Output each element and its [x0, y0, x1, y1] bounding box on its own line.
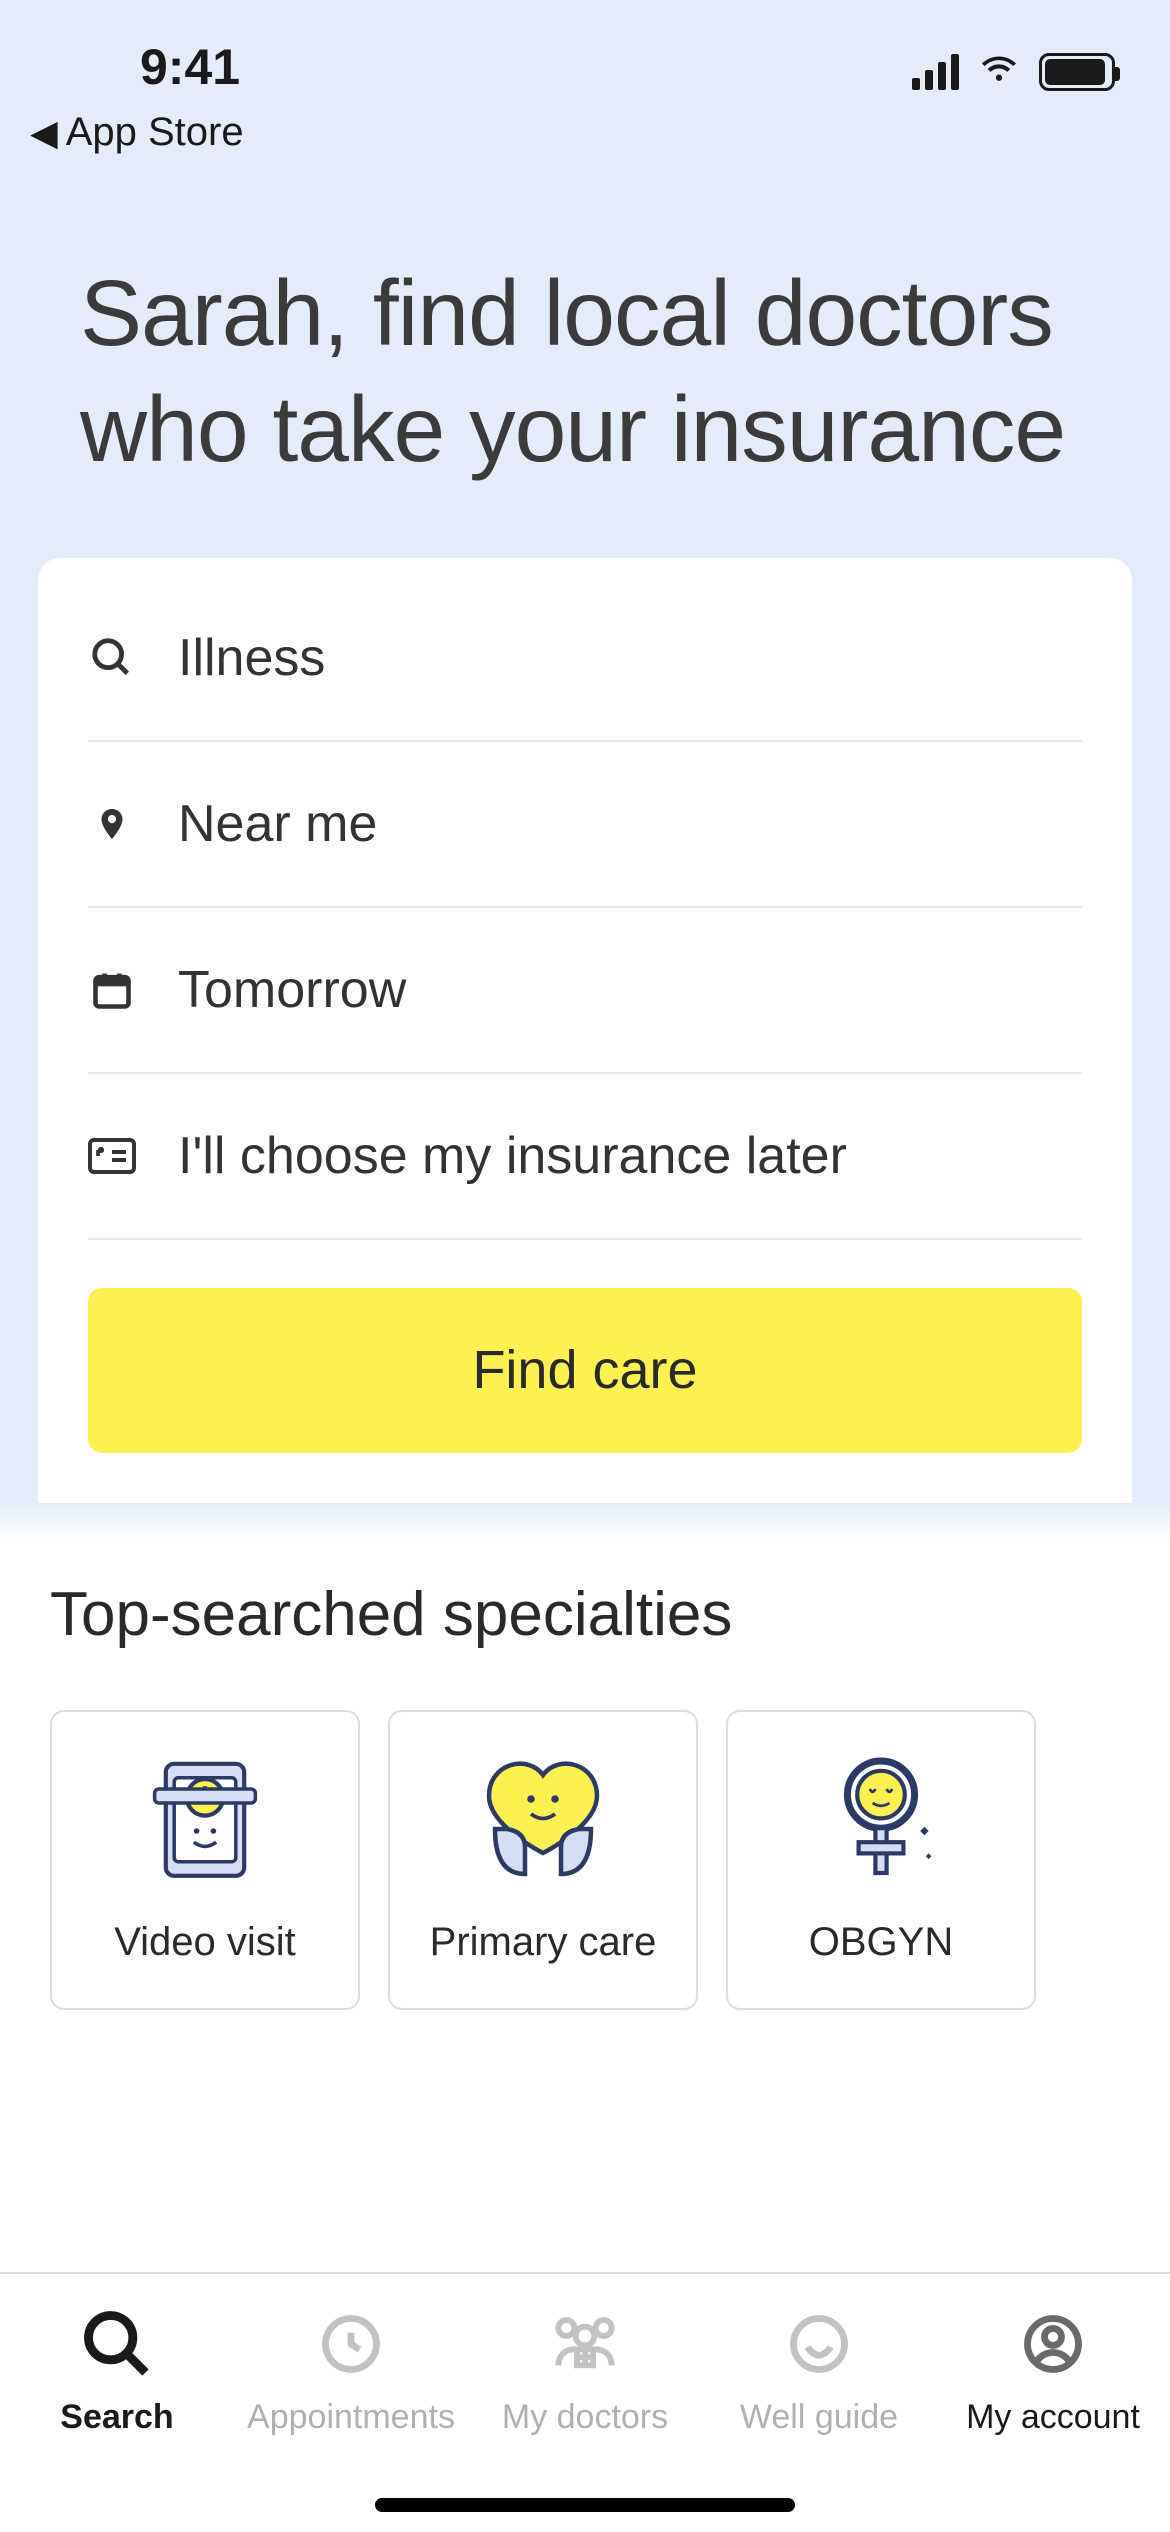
wifi-icon — [977, 47, 1021, 96]
card-label: Video visit — [114, 1920, 296, 1965]
search-date-field[interactable]: Tomorrow — [88, 908, 1082, 1074]
tab-well-guide[interactable]: Well guide — [702, 2274, 936, 2532]
specialty-card-obgyn[interactable]: OBGYN — [726, 1710, 1036, 2010]
top-searched-heading: Top-searched specialties — [50, 1579, 1120, 1650]
specialty-card-video-visit[interactable]: Video visit — [50, 1710, 360, 2010]
back-to-app-store[interactable]: ◀ App Store — [0, 100, 1170, 185]
battery-icon — [1039, 53, 1115, 91]
clock-icon — [311, 2304, 391, 2384]
tab-label: Appointments — [247, 2398, 455, 2437]
condition-value: Illness — [178, 628, 325, 688]
status-bar: 9:41 — [0, 0, 1170, 100]
tab-label: My account — [966, 2398, 1140, 2437]
tab-bar: Search Appointments My doctors Well guid… — [0, 2272, 1170, 2532]
doctors-icon — [545, 2304, 625, 2384]
date-value: Tomorrow — [178, 960, 406, 1020]
tab-my-doctors[interactable]: My doctors — [468, 2274, 702, 2532]
status-time: 9:41 — [55, 38, 240, 96]
specialty-cards: Video visit Primary care — [50, 1710, 1120, 2010]
tab-label: My doctors — [502, 2398, 668, 2437]
search-condition-field[interactable]: Illness — [88, 598, 1082, 742]
card-label: Primary care — [430, 1920, 657, 1965]
account-icon — [1013, 2304, 1093, 2384]
tab-my-account[interactable]: My account — [936, 2274, 1170, 2532]
search-insurance-field[interactable]: I'll choose my insurance later — [88, 1074, 1082, 1240]
tab-search[interactable]: Search — [0, 2274, 234, 2532]
search-card: Illness Near me Tomorrow I'll choose my … — [38, 558, 1132, 1503]
tab-label: Search — [60, 2398, 173, 2437]
search-tab-icon — [77, 2304, 157, 2384]
home-indicator[interactable] — [375, 2498, 795, 2512]
tab-label: Well guide — [740, 2398, 898, 2437]
location-pin-icon — [88, 801, 136, 847]
find-care-button[interactable]: Find care — [88, 1288, 1082, 1453]
location-value: Near me — [178, 794, 377, 854]
calendar-icon — [88, 968, 136, 1012]
back-label: App Store — [66, 110, 244, 155]
search-location-field[interactable]: Near me — [88, 742, 1082, 908]
cellular-icon — [912, 54, 959, 90]
specialty-card-primary-care[interactable]: Primary care — [388, 1710, 698, 2010]
smile-icon — [779, 2304, 859, 2384]
top-searched-section: Top-searched specialties Video visit — [0, 1539, 1170, 2273]
tab-appointments[interactable]: Appointments — [234, 2274, 468, 2532]
hero: Sarah, find local doctors who take your … — [0, 185, 1170, 558]
video-visit-icon — [130, 1742, 280, 1892]
status-indicators — [912, 47, 1115, 96]
back-caret-icon: ◀ — [30, 112, 58, 154]
primary-care-icon — [468, 1742, 618, 1892]
hero-title: Sarah, find local doctors who take your … — [80, 255, 1090, 488]
search-icon — [88, 635, 136, 681]
obgyn-icon — [806, 1742, 956, 1892]
insurance-card-icon — [88, 1137, 136, 1175]
insurance-value: I'll choose my insurance later — [178, 1126, 847, 1186]
card-label: OBGYN — [809, 1920, 953, 1965]
